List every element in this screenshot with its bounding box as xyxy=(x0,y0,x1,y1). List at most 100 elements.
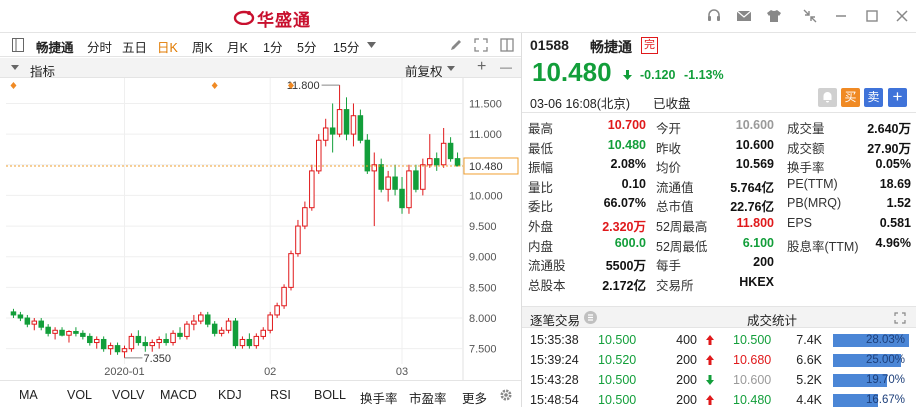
candle-body xyxy=(177,332,183,337)
app-logo-icon xyxy=(233,10,255,25)
field-label: 今开 xyxy=(656,122,682,136)
field-value: 6.100 xyxy=(742,235,774,250)
trade-direction-icon xyxy=(706,375,714,385)
stats-tab[interactable]: 成交统计 xyxy=(747,310,797,329)
collapse-icon[interactable] xyxy=(802,8,818,24)
indicator-tab-turnover[interactable]: 换手率 xyxy=(360,388,398,407)
stat-pct: 16.67% xyxy=(865,394,905,406)
panel-toggle-icon[interactable] xyxy=(12,38,24,52)
collapse-indicator-icon[interactable] xyxy=(11,65,19,70)
headset-icon[interactable] xyxy=(706,8,722,24)
field-value: 11.800 xyxy=(736,216,774,230)
candle-body xyxy=(406,170,412,209)
candle-body xyxy=(322,127,329,141)
candlestick-chart[interactable]: 11.50011.00010.50010.0009.5009.0008.5008… xyxy=(0,78,521,380)
alert-bell-icon[interactable] xyxy=(818,88,837,107)
candle-body xyxy=(93,338,100,344)
candle-body xyxy=(302,207,308,227)
adjust-dropdown-icon[interactable] xyxy=(447,66,455,71)
period-tab-5min[interactable]: 5分 xyxy=(297,37,316,56)
trade-direction-icon xyxy=(706,395,714,405)
field-label: PB(MRQ) xyxy=(787,196,842,211)
candle-body xyxy=(100,338,107,350)
indicator-tab-volv[interactable]: VOLV xyxy=(112,388,144,402)
sell-button[interactable]: 卖 xyxy=(864,88,883,107)
stat-volume: 5.2K xyxy=(796,373,822,387)
period-tab-five-day[interactable]: 五日 xyxy=(122,37,147,56)
x-tick-label: 2020-01 xyxy=(104,366,144,378)
price-change: -0.120 xyxy=(640,68,676,82)
quote-time: 03-06 16:08(北京) xyxy=(530,97,631,111)
indicator-tab-kdj[interactable]: KDJ xyxy=(218,388,242,402)
period-tab-1min[interactable]: 1分 xyxy=(263,37,282,56)
zoom-out-button[interactable]: — xyxy=(500,60,512,74)
candle-body xyxy=(281,286,287,307)
period-dropdown-icon[interactable] xyxy=(367,42,376,48)
toolbar-stock-name: 畅捷通 xyxy=(36,41,74,55)
candle-body xyxy=(80,332,86,337)
zoom-in-button[interactable]: + xyxy=(477,58,486,76)
field-label: EPS xyxy=(787,216,813,230)
candle-body xyxy=(232,320,239,347)
indicator-tab-rsi[interactable]: RSI xyxy=(270,388,291,402)
buy-button[interactable]: 买 xyxy=(841,88,860,107)
gear-icon[interactable] xyxy=(499,388,513,402)
indicator-tab-vol[interactable]: VOL xyxy=(67,388,92,402)
field-value: 27.90万 xyxy=(867,141,911,156)
indicator-tab-more[interactable]: 更多 xyxy=(462,388,487,407)
trade-time: 15:48:54 xyxy=(530,393,579,407)
field-value: 200 xyxy=(753,255,774,270)
price-change-pct: -1.13% xyxy=(684,68,724,82)
indicator-bar: 指标 前复权 + — xyxy=(0,58,521,79)
field-value: 10.480 xyxy=(607,137,646,152)
field-value: 5.764亿 xyxy=(730,180,774,195)
trades-tab[interactable]: 逐笔交易 xyxy=(530,310,580,329)
y-tick-label: 8.500 xyxy=(469,282,497,294)
y-tick-label: 9.500 xyxy=(469,221,497,233)
trade-row: 15:39:24 10.520 200 10.680 6.6K 25.00% xyxy=(522,350,916,370)
minimize-icon[interactable] xyxy=(833,8,849,24)
expand-stats-icon[interactable] xyxy=(894,312,906,324)
period-tab-timeshare[interactable]: 分时 xyxy=(87,37,112,56)
candle-body xyxy=(184,323,190,337)
candle-body xyxy=(52,329,58,334)
candle-body xyxy=(239,338,246,347)
indicator-tab-ma[interactable]: MA xyxy=(19,388,38,402)
x-tick-label: 02 xyxy=(264,366,276,378)
expand-icon[interactable] xyxy=(474,38,488,52)
stat-pct: 19.70% xyxy=(865,374,905,386)
layout-icon[interactable] xyxy=(500,38,514,52)
candle-body xyxy=(66,331,72,336)
field-label: 交易所 xyxy=(656,278,694,293)
indicator-tab-boll[interactable]: BOLL xyxy=(314,388,346,402)
period-tab-daily-k[interactable]: 日K xyxy=(157,37,178,56)
field-value: 4.96% xyxy=(875,235,911,250)
candle-body xyxy=(260,329,267,337)
y-axis: 11.50011.00010.50010.0009.5009.0008.5008… xyxy=(469,98,503,355)
pencil-icon[interactable] xyxy=(449,38,463,52)
candle-body xyxy=(392,176,398,190)
maximize-icon[interactable] xyxy=(864,8,880,24)
candle-body xyxy=(440,142,447,166)
indicator-tab-pe[interactable]: 市盈率 xyxy=(409,388,447,407)
candle-body xyxy=(170,332,176,344)
shirt-icon[interactable] xyxy=(766,8,782,24)
period-tab-15min[interactable]: 15分 xyxy=(333,37,359,56)
period-tab-weekly-k[interactable]: 周K xyxy=(192,37,213,56)
trade-price: 10.500 xyxy=(598,373,637,387)
indicator-tab-macd[interactable]: MACD xyxy=(160,388,197,402)
trades-settings-icon[interactable] xyxy=(584,311,597,324)
field-label: 总市值 xyxy=(656,200,694,215)
candle-body xyxy=(24,317,31,325)
stat-price: 10.480 xyxy=(733,393,772,407)
field-label: 成交量 xyxy=(787,122,825,136)
field-label: 52周最低 xyxy=(656,239,708,254)
mail-icon[interactable] xyxy=(736,8,752,24)
candle-body xyxy=(128,335,135,350)
close-icon[interactable] xyxy=(894,8,910,24)
add-watchlist-button[interactable]: + xyxy=(888,88,907,107)
candle-body xyxy=(454,158,461,167)
field-value: 2.320万 xyxy=(602,220,646,234)
period-tab-monthly-k[interactable]: 月K xyxy=(227,37,248,56)
candle-body xyxy=(135,335,142,344)
